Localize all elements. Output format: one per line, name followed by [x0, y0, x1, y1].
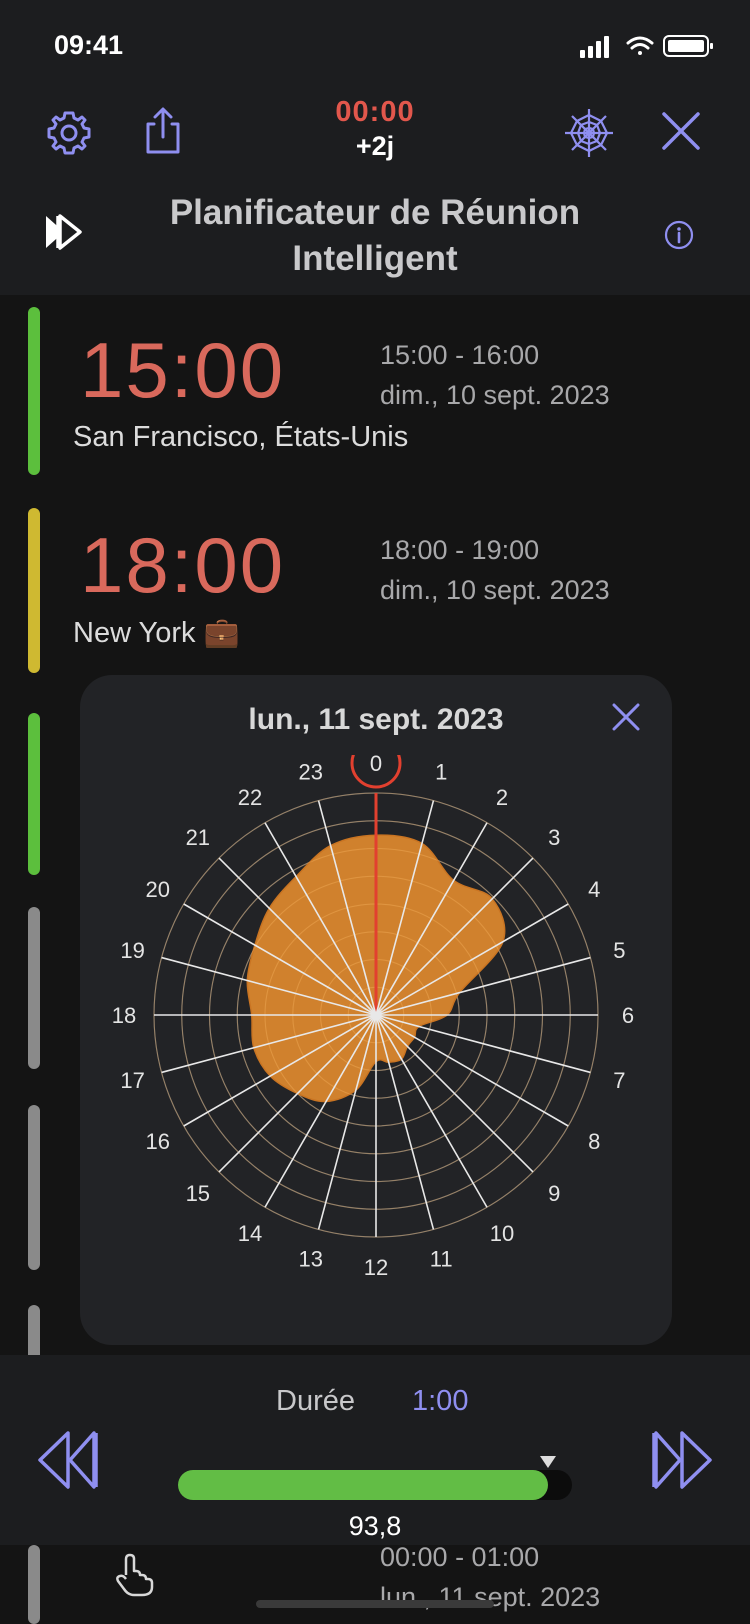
day-chart-popup: lun., 11 sept. 2023 0 1 2 3 4 5 6 7 8 9 10 11 12 13 14… [80, 675, 672, 1345]
hour-label-8: 8 [588, 1129, 600, 1154]
time-range: 00:00 - 01:00 [380, 1542, 540, 1572]
duration-value[interactable]: 1:00 [412, 1385, 468, 1418]
city-color-bar [28, 508, 40, 673]
date: lun., 11 sept. 2023 [380, 1582, 601, 1612]
hour-label-1: 1 [435, 760, 447, 785]
hour-label-12: 12 [364, 1255, 388, 1280]
hour-label-7: 7 [613, 1068, 625, 1093]
city-name: New York 💼 [73, 617, 240, 649]
city-time: 18:00 [80, 521, 286, 609]
polar-chart: 0 1234567891011121314151617181920212223 [112, 755, 634, 1280]
fast-forward-icon[interactable] [40, 208, 88, 256]
hour-label-13: 13 [299, 1246, 323, 1271]
city-name: San Francisco, États-Unis [73, 421, 409, 453]
list-item[interactable]: 00:00 - 01:00 lun., 11 sept. 2023 [0, 1542, 750, 1624]
hand-pointer-icon[interactable] [114, 1553, 154, 1597]
hour-label-15: 15 [186, 1181, 210, 1206]
hour-label-6: 6 [622, 1003, 634, 1028]
time-range: 15:00 - 16:00 [380, 340, 540, 370]
hour-label-14: 14 [238, 1221, 262, 1246]
hour-label-21: 21 [186, 825, 210, 850]
hour-label-0: 0 [370, 755, 382, 776]
duration-label: Durée [276, 1385, 355, 1417]
city-time: 15:00 [80, 326, 286, 414]
status-icons [580, 35, 713, 58]
timer-value: 00:00 [335, 96, 415, 128]
toolbar: 00:00 +2j Planificateur de Réunion Intel… [0, 90, 750, 295]
page-title: Planificateur de Réunion Intelligent [169, 193, 581, 278]
hour-label-18: 18 [112, 1003, 136, 1028]
wifi-icon [626, 36, 654, 55]
spoke-8 [375, 1014, 569, 1127]
city-color-bar [28, 1105, 40, 1270]
hour-label-4: 4 [588, 877, 600, 902]
status-bar: 09:41 [0, 0, 750, 90]
city-range: 18:00 - 19:00 dim., 10 sept. 2023 [380, 530, 610, 610]
status-time: 09:41 [54, 30, 124, 60]
slider-thumb[interactable] [539, 1456, 556, 1468]
hour-label-10: 10 [490, 1221, 514, 1246]
hour-label-23: 23 [299, 760, 323, 785]
gear-icon[interactable] [42, 106, 96, 160]
previous-icon[interactable] [34, 1425, 104, 1495]
close-icon[interactable] [604, 695, 648, 739]
hour-label-20: 20 [146, 877, 170, 902]
timer: 00:00 +2j [275, 96, 475, 162]
close-icon[interactable] [654, 104, 708, 158]
city-range: 15:00 - 16:00 dim., 10 sept. 2023 [380, 335, 610, 415]
popup-title: lun., 11 sept. 2023 [248, 703, 504, 736]
city-row[interactable]: 18:00 18:00 - 19:00 dim., 10 sept. 2023 … [0, 500, 750, 685]
hour-label-9: 9 [548, 1181, 560, 1206]
signal-icon [580, 36, 609, 58]
spoke-10 [375, 1014, 488, 1208]
hour-label-5: 5 [613, 938, 625, 963]
duration-panel: Durée 1:00 93,8 [0, 1355, 750, 1545]
hour-label-11: 11 [430, 1246, 453, 1271]
date: dim., 10 sept. 2023 [380, 380, 610, 410]
home-indicator [256, 1600, 494, 1608]
next-icon[interactable] [646, 1425, 716, 1495]
slider-fill [178, 1470, 548, 1500]
hour-label-16: 16 [146, 1129, 170, 1154]
share-icon[interactable] [136, 104, 190, 158]
hour-label-17: 17 [120, 1068, 144, 1093]
duration-slider[interactable] [178, 1456, 572, 1500]
hour-label-3: 3 [548, 825, 560, 850]
web-icon[interactable] [562, 106, 616, 160]
battery-icon [663, 35, 713, 57]
spoke-9 [375, 1014, 534, 1173]
city-color-bar [28, 907, 40, 1069]
date: dim., 10 sept. 2023 [380, 575, 610, 605]
info-icon[interactable] [662, 218, 696, 252]
hour-label-19: 19 [120, 938, 144, 963]
city-row[interactable]: 15:00 15:00 - 16:00 dim., 10 sept. 2023 … [0, 305, 750, 490]
hour-label-22: 22 [238, 785, 262, 810]
day-offset: +2j [355, 131, 395, 161]
time-range: 18:00 - 19:00 [380, 535, 540, 565]
hour-label-2: 2 [496, 785, 508, 810]
city-color-bar [28, 713, 40, 875]
city-color-bar [28, 307, 40, 475]
city-color-bar [28, 1545, 40, 1624]
